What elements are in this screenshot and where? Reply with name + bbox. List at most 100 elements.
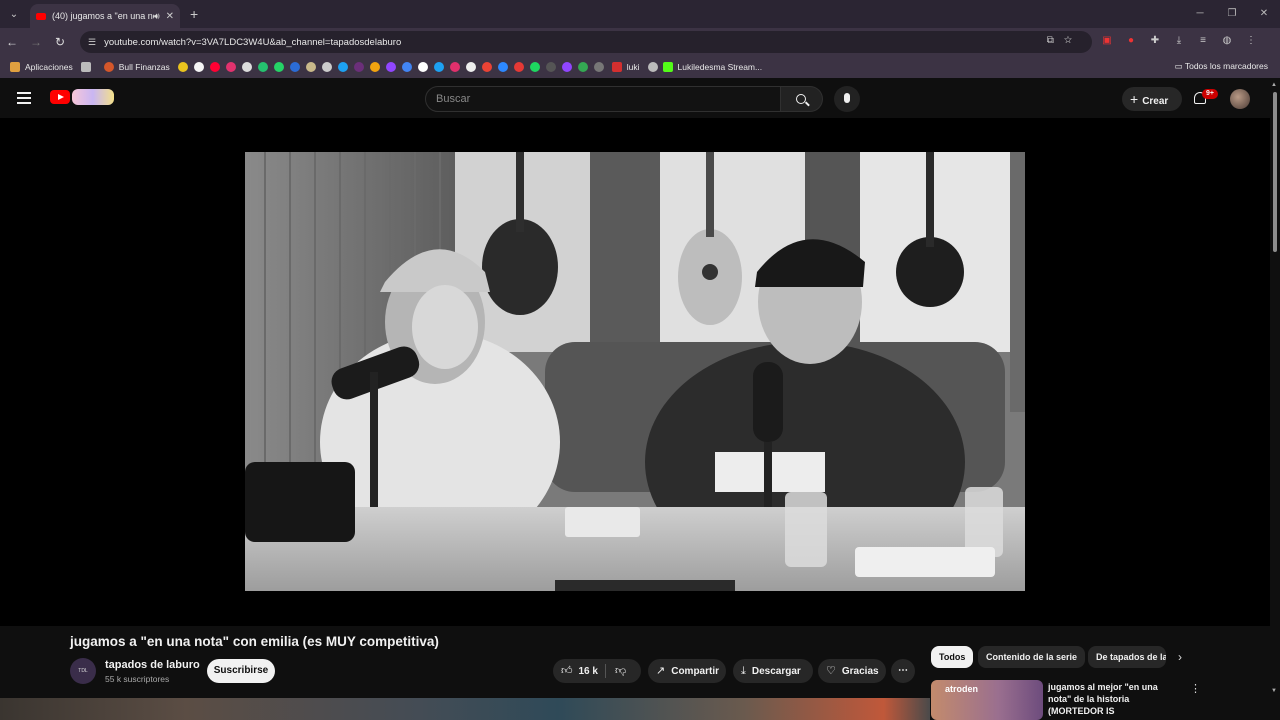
extension-icon[interactable]: ● — [1124, 34, 1138, 48]
scrollbar-thumb[interactable] — [1273, 92, 1277, 252]
reload-icon[interactable]: ↻ — [48, 35, 72, 49]
bookmark-icon[interactable] — [225, 62, 236, 72]
bull-icon — [103, 62, 114, 72]
channel-avatar[interactable]: TDL — [70, 658, 96, 684]
video-title: jugamos a "en una nota" con emilia (es M… — [70, 634, 439, 649]
back-icon[interactable]: ← — [0, 35, 24, 49]
bookmark-icon[interactable] — [337, 62, 348, 72]
channel-name[interactable]: tapados de laburo — [105, 659, 200, 671]
bookmark-icon[interactable] — [257, 62, 268, 72]
bookmark-bull-finanzas[interactable]: Bull Finanzas — [103, 62, 170, 72]
forward-icon[interactable]: → — [24, 35, 48, 49]
recommendation-menu-icon[interactable]: ⋮ — [1190, 682, 1201, 695]
like-count[interactable]: 16 k — [579, 666, 598, 677]
globe-icon — [647, 62, 658, 72]
minimize-icon[interactable]: ─ — [1184, 0, 1216, 28]
chevron-right-icon[interactable]: › — [1178, 650, 1182, 664]
media-icon[interactable]: ≡ — [1196, 34, 1210, 48]
youtube-favicon-icon — [36, 12, 46, 20]
browser-toolbar: ← → ↻ ☰ youtube.com/watch?v=3VA7LDC3W4U&… — [0, 28, 1280, 56]
search-icon — [796, 94, 806, 104]
youtube-logo-icon[interactable] — [50, 90, 70, 104]
bookmark-icon[interactable] — [273, 62, 284, 72]
subscribe-button[interactable]: Suscribirse — [207, 659, 275, 683]
extension-icon[interactable]: ▣ — [1100, 34, 1114, 48]
bookmark-icon[interactable] — [369, 62, 380, 72]
menu-icon[interactable] — [17, 92, 31, 104]
bookmark-star-icon[interactable]: ☆ — [1064, 35, 1082, 46]
restore-icon[interactable]: ❐ — [1216, 0, 1248, 28]
address-bar[interactable]: ☰ youtube.com/watch?v=3VA7LDC3W4U&ab_cha… — [80, 31, 1092, 53]
bookmark-icon[interactable] — [545, 62, 556, 72]
bookmark-icon[interactable] — [289, 62, 300, 72]
bookmark-icon[interactable] — [513, 62, 524, 72]
bookmark-icon[interactable] — [209, 62, 220, 72]
close-tab-icon[interactable]: ✕ — [166, 11, 174, 22]
speaker-icon[interactable]: 🔊︎ — [154, 11, 160, 22]
plus-icon: + — [1130, 91, 1139, 107]
browser-tab[interactable]: (40) jugamos a "en una no… 🔊︎ ✕ — [30, 4, 180, 28]
video-frame[interactable] — [245, 152, 1025, 591]
bookmark-icon[interactable] — [577, 62, 588, 72]
bookmark-icon[interactable] — [465, 62, 476, 72]
recommendation-title[interactable]: jugamos al mejor "en una nota" de la his… — [1048, 681, 1183, 717]
bookmark-icon[interactable] — [241, 62, 252, 72]
extension-icons: ▣ ● ✚ ⤓ ≡ ◍ ⋮ — [1100, 34, 1258, 48]
new-tab-button[interactable]: + — [190, 6, 198, 22]
apps-grid-icon — [10, 62, 20, 72]
bookmark-icon[interactable] — [417, 62, 428, 72]
heart-dollar-icon: ♡ — [826, 665, 836, 677]
bookmark-apps[interactable]: Aplicaciones — [10, 62, 73, 72]
voice-search-icon[interactable] — [834, 86, 860, 112]
bookmark-icon[interactable] — [193, 62, 204, 72]
bookmark-icon[interactable] — [177, 62, 188, 72]
bookmarks-bar: Aplicaciones Bull Finanzas luki Lukilede… — [0, 56, 1280, 78]
all-bookmarks[interactable]: ▭ Todos los marcadores — [1175, 61, 1268, 72]
search-button[interactable] — [781, 86, 823, 112]
bookmark-luki[interactable]: luki — [611, 62, 640, 72]
bookmark-icon[interactable] — [433, 62, 444, 72]
download-button[interactable]: ⤓ Descargar — [733, 659, 813, 683]
create-button[interactable]: + Crear — [1122, 87, 1182, 111]
chip-todos[interactable]: Todos — [931, 646, 974, 668]
chip-from-channel[interactable]: De tapados de la — [1088, 646, 1166, 668]
bookmark-icon[interactable] — [305, 62, 316, 72]
thanks-button[interactable]: ♡ Gracias — [818, 659, 886, 683]
bookmark-icon[interactable] — [401, 62, 412, 72]
download-icon[interactable]: ⤓ — [1172, 34, 1186, 48]
tab-search-button[interactable]: ⌄ — [4, 4, 24, 24]
bookmark-icon[interactable] — [385, 62, 396, 72]
bookmark-icon[interactable] — [593, 62, 604, 72]
youtube-doodle[interactable] — [72, 89, 114, 105]
recommendation-thumbnail[interactable]: atroden — [931, 680, 1043, 720]
like-icon[interactable]: 👍︎ — [561, 659, 573, 683]
scroll-up-icon[interactable]: ▲ — [1271, 82, 1277, 88]
search-input[interactable]: Buscar — [425, 86, 781, 112]
bookmark-grid[interactable] — [80, 62, 96, 72]
tab-title: (40) jugamos a "en una no… — [52, 11, 154, 21]
account-avatar[interactable] — [1230, 89, 1250, 109]
dislike-icon[interactable]: 👎︎ — [615, 659, 626, 683]
close-window-icon[interactable]: ✕ — [1248, 0, 1280, 28]
bookmark-icon[interactable] — [449, 62, 460, 72]
bookmark-icon[interactable] — [481, 62, 492, 72]
download-icon: ⤓ — [741, 665, 746, 677]
share-button[interactable]: ↗ Compartir — [648, 659, 726, 683]
site-info-icon[interactable]: ☰ — [88, 37, 96, 48]
bookmark-icon[interactable] — [561, 62, 572, 72]
video-still — [245, 152, 1025, 591]
bookmark-icon[interactable] — [497, 62, 508, 72]
page-scrollbar[interactable]: ▲ ▼ — [1270, 80, 1280, 720]
extensions-puzzle-icon[interactable]: ✚ — [1148, 34, 1162, 48]
more-actions-icon[interactable]: ⋯ — [891, 659, 915, 683]
bookmark-lukiledesma[interactable]: Lukiledesma Stream... — [647, 62, 762, 72]
bookmark-icon[interactable] — [321, 62, 332, 72]
bookmark-icon[interactable] — [529, 62, 540, 72]
browser-menu-icon[interactable]: ⋮ — [1244, 34, 1258, 48]
install-icon[interactable]: ⧉ — [1047, 35, 1064, 46]
subscriber-count: 55 k suscriptores — [105, 674, 170, 684]
profile-icon[interactable]: ◍ — [1220, 34, 1234, 48]
bookmark-icon[interactable] — [353, 62, 364, 72]
chip-series-content[interactable]: Contenido de la serie — [978, 646, 1086, 668]
scroll-down-icon[interactable]: ▼ — [1271, 688, 1277, 694]
